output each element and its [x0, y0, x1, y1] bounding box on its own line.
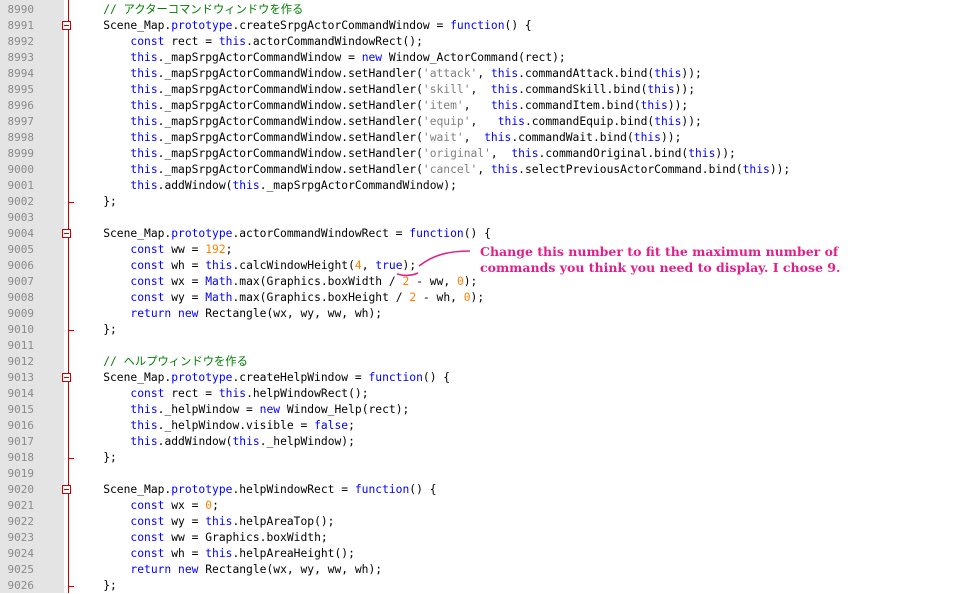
- annotation-arrow-line: [418, 250, 471, 267]
- annotation-line-2: commands you think you need to display. …: [480, 260, 841, 275]
- annotation-arrow: [396, 250, 471, 277]
- annotation-line-1: Change this number to fit the maximum nu…: [480, 244, 839, 259]
- annotation-underline: [396, 272, 419, 277]
